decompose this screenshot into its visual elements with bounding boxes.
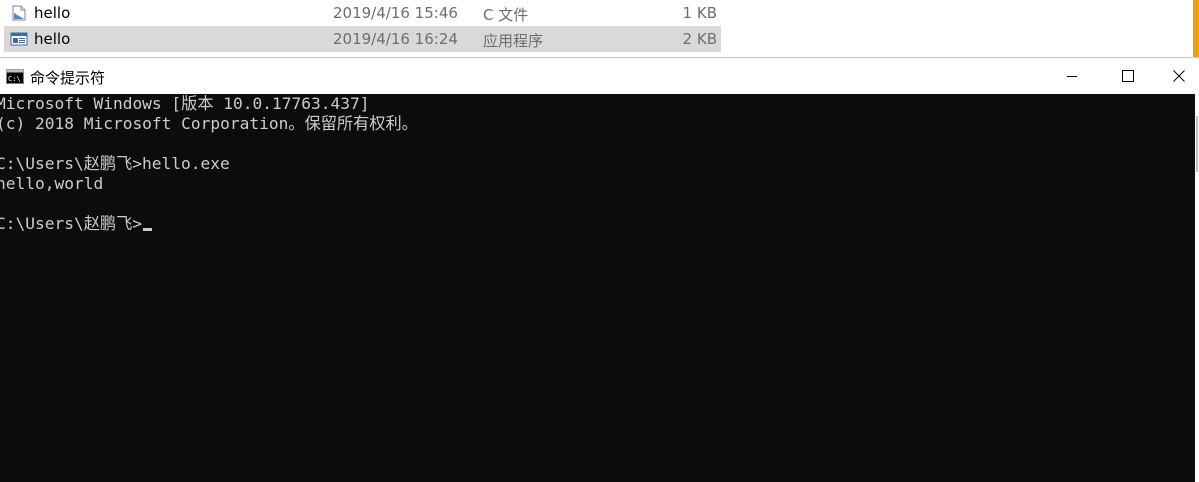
maximize-button[interactable]	[1099, 58, 1157, 94]
file-date: 2019/4/16 15:46	[333, 4, 458, 22]
file-row[interactable]: hello 2019/4/16 15:46 C 文件 1 KB	[4, 0, 721, 26]
terminal-output[interactable]: Microsoft Windows [版本 10.0.17763.437] (c…	[0, 94, 1195, 482]
title-bar[interactable]: C:\ 命令提示符	[0, 57, 1199, 94]
file-size: 2 KB	[682, 30, 717, 48]
background-window-edge	[1193, 0, 1199, 57]
application-exe-icon	[10, 30, 28, 48]
file-name: hello	[34, 30, 71, 48]
file-type: C 文件	[483, 6, 529, 24]
file-size: 1 KB	[682, 4, 717, 22]
c-source-file-icon	[10, 4, 28, 22]
terminal-prompt-line: C:\Users\赵鹏飞>	[0, 214, 153, 234]
file-name: hello	[34, 4, 71, 22]
minimize-button[interactable]	[1043, 58, 1101, 94]
terminal-line: C:\Users\赵鹏飞>hello.exe	[0, 154, 230, 173]
svg-text:C:\: C:\	[8, 75, 21, 83]
text-cursor	[143, 228, 153, 231]
terminal-line: hello,world	[0, 174, 104, 193]
close-button[interactable]	[1158, 58, 1199, 94]
terminal-line: (c) 2018 Microsoft Corporation。保留所有权利。	[0, 114, 418, 133]
window-title: 命令提示符	[30, 69, 106, 87]
minimize-icon	[1066, 70, 1078, 82]
terminal-line: Microsoft Windows [版本 10.0.17763.437]	[0, 94, 370, 113]
close-icon	[1172, 70, 1185, 82]
maximize-icon	[1122, 70, 1134, 82]
prompt-text: C:\Users\赵鹏飞>	[0, 214, 143, 233]
command-prompt-window: C:\ 命令提示符 Microsoft Windows [版本 10.0.177…	[0, 57, 1199, 482]
file-date: 2019/4/16 16:24	[333, 30, 458, 48]
scrollbar[interactable]	[1195, 94, 1199, 482]
cmd-icon: C:\	[6, 69, 24, 84]
file-row-selected[interactable]: hello 2019/4/16 16:24 应用程序 2 KB	[4, 26, 721, 52]
file-explorer: hello 2019/4/16 15:46 C 文件 1 KB hello 20…	[0, 0, 1199, 57]
scrollbar-thumb[interactable]	[1196, 116, 1198, 172]
file-type: 应用程序	[483, 32, 544, 50]
